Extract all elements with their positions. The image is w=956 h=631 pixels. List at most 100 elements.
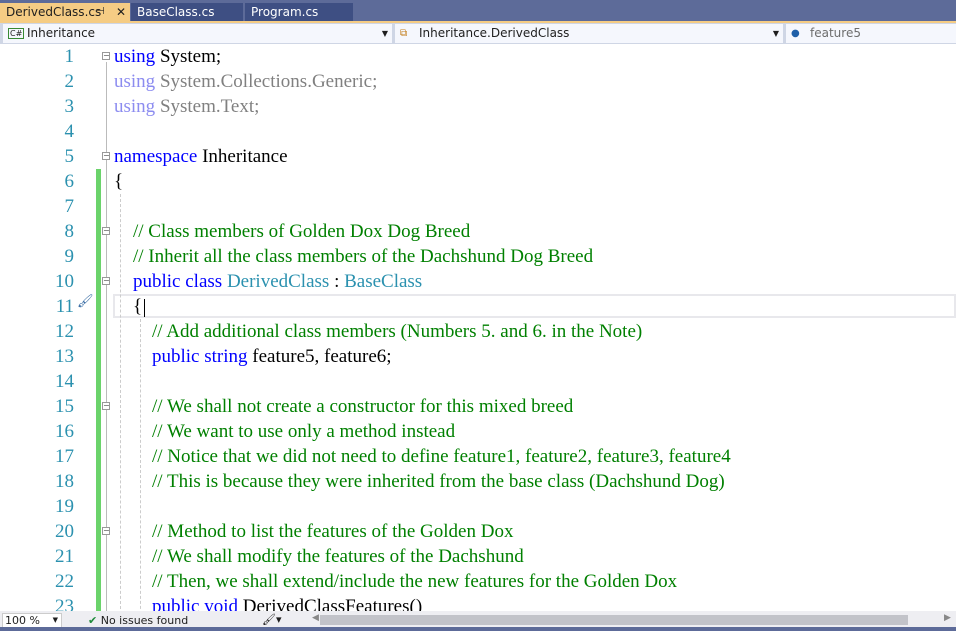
fold-toggle[interactable]: − [102,152,110,160]
code-token: BaseClass [344,271,423,292]
line-number: 6 [64,171,75,192]
window-border [0,627,956,631]
code-token: using [114,46,156,67]
fold-toggle[interactable]: − [102,277,110,285]
code-line[interactable]: // Method to list the features of the Go… [114,519,513,544]
tab-derivedclass[interactable]: DerivedClass.cs ⊣ ✕ [0,3,130,22]
line-number: 5 [64,146,75,167]
close-icon[interactable]: ✕ [116,3,126,21]
issues-label: No issues found [100,614,189,627]
horizontal-scrollbar[interactable] [320,615,908,625]
code-line[interactable]: // Then, we shall extend/include the new… [114,569,677,594]
code-token: { [114,296,143,317]
class-dropdown[interactable]: ⧉ Inheritance.DerivedClass ▼ [395,24,783,43]
code-token: // Method to list the features of the Go… [114,521,514,542]
check-circle-icon: ✔ [88,614,98,627]
code-line[interactable]: { [114,294,142,319]
line-number: 12 [55,321,74,342]
tab-baseclass[interactable]: BaseClass.cs [131,3,243,21]
pin-icon[interactable]: ⊣ [96,3,105,21]
chevron-down-icon: ▼ [381,29,388,38]
line-number: 21 [55,546,74,567]
chevron-down-icon: ▼ [772,29,779,38]
line-number: 9 [64,246,75,267]
code-token: // Notice that we did not need to define… [114,446,731,467]
code-token: // We shall modify the features of the D… [114,546,524,567]
code-token: : [329,271,345,292]
code-line[interactable]: // Add additional class members (Numbers… [114,319,642,344]
scroll-right-icon[interactable]: ▶ [944,613,951,623]
code-line[interactable]: { [114,169,123,194]
project-dropdown[interactable]: C# Inheritance ▼ [3,24,392,43]
project-label: Inheritance [27,26,96,40]
code-line[interactable]: // We want to use only a method instead [114,419,455,444]
fold-toggle[interactable]: − [102,527,110,535]
code-token: // We want to use only a method instead [114,421,456,442]
fold-toggle[interactable]: − [102,227,110,235]
quick-actions-brush-icon[interactable]: 🖌 [77,294,94,309]
code-editor[interactable]: 1 using System; 2 using System.Collections.… [0,44,956,611]
class-label: Inheritance.DerivedClass [419,26,570,40]
tab-label: BaseClass.cs [137,5,215,19]
chevron-down-icon: ▼ [52,616,58,624]
line-number: 11 [55,296,74,317]
line-number: 19 [55,496,74,517]
code-line[interactable]: using System.Text; [114,94,259,119]
change-indicator [96,169,101,611]
code-token: DerivedClassFeatures() [238,596,423,611]
code-token: { [114,171,124,192]
code-line[interactable]: // Class members of Golden Dox Dog Breed [114,219,470,244]
code-token: Inheritance [197,146,288,167]
line-number: 10 [55,271,74,292]
line-number: 16 [55,421,74,442]
field-icon: ● [791,28,800,39]
code-line[interactable]: public class DerivedClass : BaseClass [114,269,422,294]
code-line[interactable]: using System; [114,44,221,69]
line-number: 8 [64,221,75,242]
code-line[interactable]: // Notice that we did not need to define… [114,444,731,469]
tab-label: DerivedClass.cs [6,5,102,19]
line-number: 7 [64,196,75,217]
code-line[interactable]: // We shall not create a constructor for… [114,394,573,419]
code-line[interactable]: public void DerivedClassFeatures() [114,594,422,611]
code-line[interactable]: // We shall modify the features of the D… [114,544,524,569]
member-dropdown[interactable]: ● feature5 [786,24,956,43]
line-number: 18 [55,471,74,492]
code-line[interactable]: // This is because they were inherited f… [114,469,725,494]
brush-dropdown-icon[interactable]: 🖌▾ [262,613,282,626]
line-number: 20 [55,521,74,542]
code-line[interactable]: namespace Inheritance [114,144,288,169]
scroll-left-icon[interactable]: ◀ [312,613,319,623]
code-line[interactable]: using System.Collections.Generic; [114,69,377,94]
zoom-dropdown[interactable]: 100 % ▼ [2,613,62,628]
line-number: 13 [55,346,74,367]
code-token: DerivedClass [226,271,330,292]
code-token: // Inherit all the class members of the … [114,246,594,267]
line-number: 15 [55,396,74,417]
code-token: // Add additional class members (Numbers… [114,321,643,342]
code-token: feature5, feature6; [247,346,392,367]
line-number: 23 [55,596,74,611]
line-number: 2 [64,71,75,92]
code-token: // We shall not create a constructor for… [114,396,574,417]
tab-program[interactable]: Program.cs [245,3,353,21]
zoom-value: 100 % [5,614,40,627]
line-number: 22 [55,571,74,592]
code-token: using [114,71,156,92]
fold-toggle[interactable]: − [102,52,110,60]
tab-label: Program.cs [251,5,319,19]
code-line[interactable]: public string feature5, feature6; [114,344,392,369]
tab-bar: DerivedClass.cs ⊣ ✕ BaseClass.cs Program.c… [0,0,956,22]
code-token: // Then, we shall extend/include the new… [114,571,678,592]
code-token: // This is because they were inherited f… [114,471,725,492]
class-icon: ⧉ [400,28,408,39]
issues-indicator[interactable]: ✔ No issues found [88,614,188,628]
code-token: System.Text; [155,96,260,117]
code-line[interactable]: // Inherit all the class members of the … [114,244,593,269]
line-number: 1 [64,46,75,67]
code-token: System; [155,46,222,67]
fold-toggle[interactable]: − [102,402,110,410]
text-cursor [144,299,145,317]
